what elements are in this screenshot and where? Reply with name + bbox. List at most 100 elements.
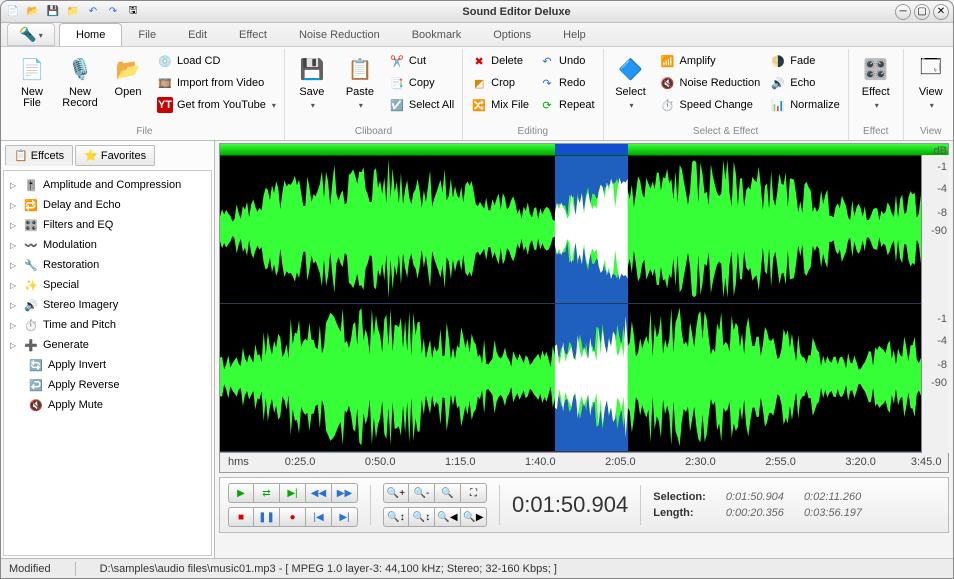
tree-filters[interactable]: ▷🎛️Filters and EQ: [6, 215, 209, 235]
tab-options[interactable]: Options: [477, 23, 547, 46]
view-button[interactable]: 🗔View: [910, 51, 952, 111]
status-fileinfo: D:\samples\audio files\music01.mp3 - [ M…: [100, 563, 557, 575]
speed-change-button[interactable]: ⏱️Speed Change: [658, 95, 763, 115]
ribbon-group-file: 📄New File 🎙️New Record 📂Open 💿Load CD 🎞️…: [5, 49, 285, 140]
loop-button[interactable]: ⇄: [254, 483, 280, 503]
channel-left[interactable]: [220, 156, 948, 304]
tab-effect[interactable]: Effect: [223, 23, 283, 46]
tree-restoration[interactable]: ▷🔧Restoration: [6, 255, 209, 275]
zoom-left-button[interactable]: 🔍◀: [435, 507, 461, 527]
record-button[interactable]: ●: [280, 507, 306, 527]
fade-icon: 🌗: [770, 53, 786, 69]
status-modified: Modified: [9, 563, 51, 575]
youtube-icon: YT: [157, 97, 173, 113]
zoom-out-button[interactable]: 🔍-: [409, 483, 435, 503]
tab-home[interactable]: Home: [59, 23, 122, 46]
zoom-sel-button[interactable]: 🔍: [435, 483, 461, 503]
play-end-button[interactable]: ▶|: [280, 483, 306, 503]
tree-stereo[interactable]: ▷🔊Stereo Imagery: [6, 295, 209, 315]
app-menu-button[interactable]: 🔦: [7, 23, 55, 46]
zoom-right-button[interactable]: 🔍▶: [461, 507, 487, 527]
qat-saveall-icon[interactable]: 🖫: [125, 4, 141, 20]
undo-button[interactable]: ↶Undo: [537, 51, 596, 71]
tree-modulation[interactable]: ▷〰️Modulation: [6, 235, 209, 255]
undo-icon: ↶: [539, 53, 555, 69]
play-button[interactable]: ▶: [228, 483, 254, 503]
new-record-button[interactable]: 🎙️New Record: [59, 51, 101, 109]
view-icon: 🗔: [915, 53, 947, 85]
forward-button[interactable]: ▶▶: [332, 483, 358, 503]
waveform-right-icon: [220, 304, 948, 450]
zoom-fit-button[interactable]: ⛶: [461, 483, 487, 503]
zoom-v-in-button[interactable]: 🔍↕: [383, 507, 409, 527]
stop-button[interactable]: ■: [228, 507, 254, 527]
amplify-button[interactable]: 📶Amplify: [658, 51, 763, 71]
goto-start-button[interactable]: |◀: [306, 507, 332, 527]
tab-help[interactable]: Help: [547, 23, 602, 46]
select-button[interactable]: 🔷Select: [610, 51, 652, 111]
delete-button[interactable]: ✖Delete: [469, 51, 531, 71]
tree-apply-invert[interactable]: 🔄Apply Invert: [6, 355, 209, 375]
tree-delay[interactable]: ▷🔁Delay and Echo: [6, 195, 209, 215]
normalize-button[interactable]: 📊Normalize: [768, 95, 842, 115]
get-youtube-button[interactable]: YTGet from YouTube: [155, 95, 278, 115]
statusbar: Modified D:\samples\audio files\music01.…: [1, 558, 953, 578]
effects-tree: ▷🎚️Amplitude and Compression ▷🔁Delay and…: [3, 170, 212, 556]
mix-file-button[interactable]: 🔀Mix File: [469, 95, 531, 115]
pause-button[interactable]: ❚❚: [254, 507, 280, 527]
overview-bar[interactable]: [220, 144, 948, 156]
effect-button[interactable]: 🎛️Effect: [855, 51, 897, 111]
waveform-display[interactable]: [219, 143, 949, 453]
ribbon-label-editing: Editing: [469, 124, 596, 140]
qat-undo-icon[interactable]: ↶: [85, 4, 101, 20]
open-button[interactable]: 📂Open: [107, 51, 149, 98]
qat-open-icon[interactable]: 📂: [25, 4, 41, 20]
crop-button[interactable]: ◩Crop: [469, 73, 531, 93]
qat-save2-icon[interactable]: 📁: [65, 4, 81, 20]
zoom-in-button[interactable]: 🔍+: [383, 483, 409, 503]
cut-button[interactable]: ✂️Cut: [387, 51, 456, 71]
tab-bookmark[interactable]: Bookmark: [396, 23, 478, 46]
channel-right[interactable]: [220, 304, 948, 452]
ribbon: 📄New File 🎙️New Record 📂Open 💿Load CD 🎞️…: [1, 47, 953, 141]
tree-generate[interactable]: ▷➕Generate: [6, 335, 209, 355]
tree-amplitude[interactable]: ▷🎚️Amplitude and Compression: [6, 175, 209, 195]
close-button[interactable]: ✕: [933, 4, 949, 20]
tree-apply-mute[interactable]: 🔇Apply Mute: [6, 395, 209, 415]
new-file-button[interactable]: 📄New File: [11, 51, 53, 109]
sidebar-tab-favorites[interactable]: ⭐Favorites: [75, 145, 155, 166]
tree-apply-reverse[interactable]: ↩️Apply Reverse: [6, 375, 209, 395]
sidebar-tab-effects[interactable]: 📋Effcets: [5, 145, 73, 166]
save-button[interactable]: 💾Save: [291, 51, 333, 111]
tab-file[interactable]: File: [122, 23, 172, 46]
goto-end-button[interactable]: ▶|: [332, 507, 358, 527]
qat-redo-icon[interactable]: ↷: [105, 4, 121, 20]
menubar: 🔦 Home File Edit Effect Noise Reduction …: [1, 23, 953, 47]
load-cd-button[interactable]: 💿Load CD: [155, 51, 278, 71]
qat-save-icon[interactable]: 💾: [45, 4, 61, 20]
repeat-button[interactable]: ⟳Repeat: [537, 95, 596, 115]
tree-time-pitch[interactable]: ▷⏱️Time and Pitch: [6, 315, 209, 335]
sidebar: 📋Effcets ⭐Favorites ▷🎚️Amplitude and Com…: [1, 141, 215, 558]
redo-button[interactable]: ↷Redo: [537, 73, 596, 93]
maximize-button[interactable]: ▢: [914, 4, 930, 20]
minimize-button[interactable]: ─: [895, 4, 911, 20]
tab-noise-reduction[interactable]: Noise Reduction: [283, 23, 396, 46]
db-axis: dB -1 -4 -8 -90 -1 -4 -8 -90: [921, 155, 949, 453]
select-icon: 🔷: [615, 53, 647, 85]
copy-button[interactable]: 📑Copy: [387, 73, 456, 93]
fade-button[interactable]: 🌗Fade: [768, 51, 842, 71]
echo-button[interactable]: 🔊Echo: [768, 73, 842, 93]
tree-special[interactable]: ▷✨Special: [6, 275, 209, 295]
paste-button[interactable]: 📋Paste: [339, 51, 381, 111]
noise-reduction-button[interactable]: 🔇Noise Reduction: [658, 73, 763, 93]
video-icon: 🎞️: [157, 75, 173, 91]
qat-new-icon[interactable]: 📄: [5, 4, 21, 20]
ribbon-group-effect: 🎛️Effect Effect: [849, 49, 904, 140]
import-video-button[interactable]: 🎞️Import from Video: [155, 73, 278, 93]
tab-edit[interactable]: Edit: [172, 23, 223, 46]
zoom-v-out-button[interactable]: 🔍↕: [409, 507, 435, 527]
select-all-button[interactable]: ☑️Select All: [387, 95, 456, 115]
app-title: Sound Editor Deluxe: [141, 6, 892, 18]
rewind-button[interactable]: ◀◀: [306, 483, 332, 503]
